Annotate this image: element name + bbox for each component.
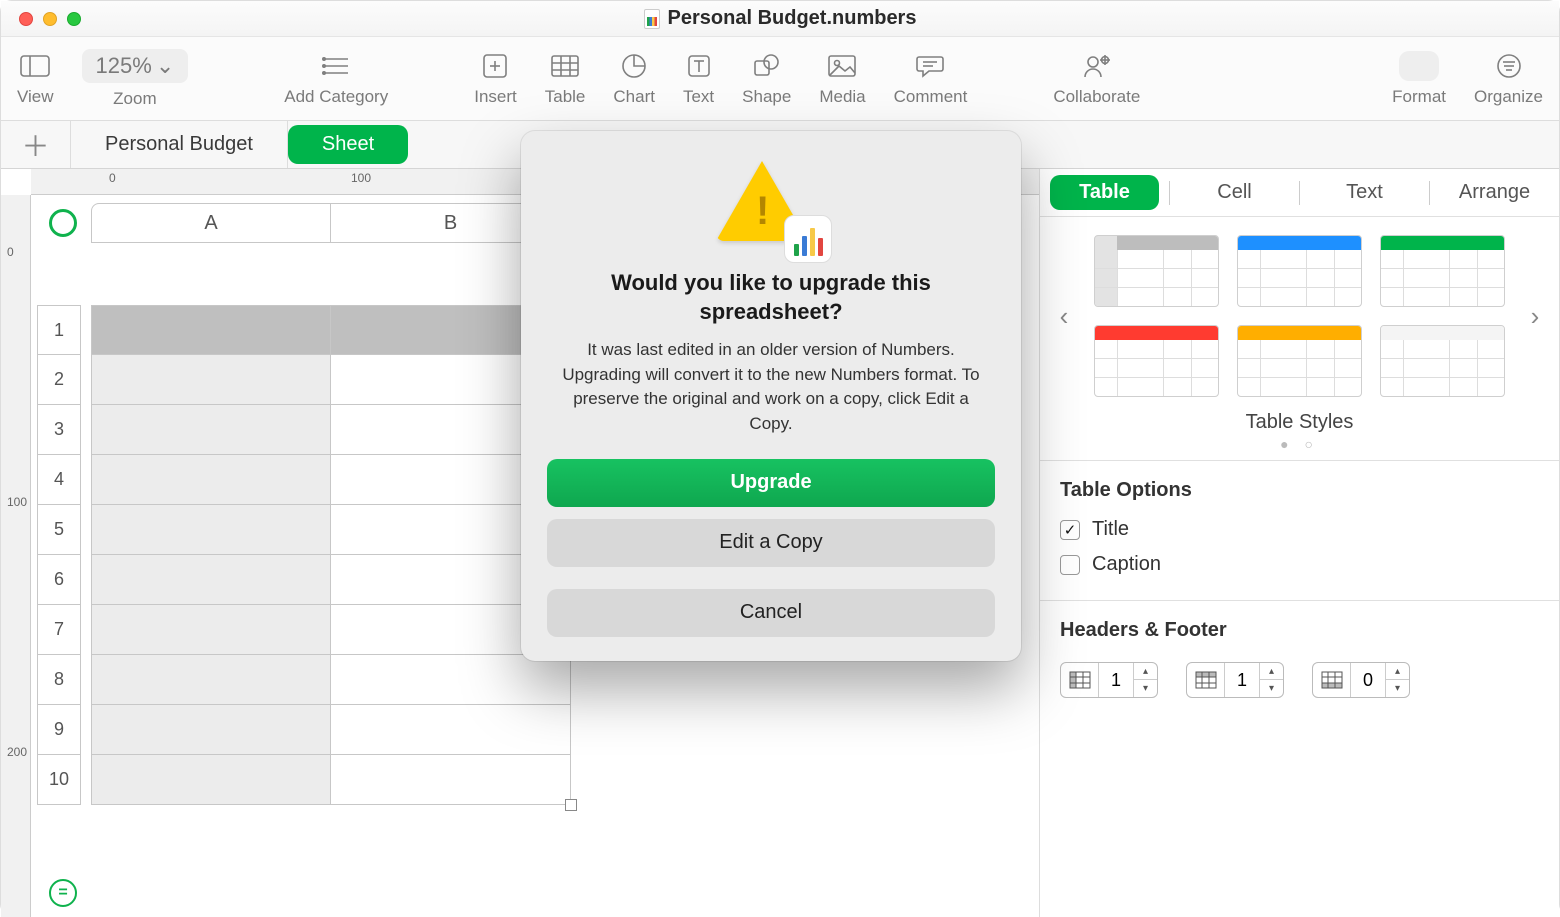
cancel-button[interactable]: Cancel	[547, 589, 995, 637]
upgrade-dialog: ! Would you like to upgrade this spreads…	[521, 131, 1021, 661]
numbers-app-icon	[784, 215, 832, 263]
warning-icon: !	[716, 161, 826, 257]
dialog-heading: Would you like to upgrade this spreadshe…	[557, 269, 985, 326]
dialog-body: It was last edited in an older version o…	[551, 338, 991, 437]
upgrade-button[interactable]: Upgrade	[547, 459, 995, 507]
edit-copy-button[interactable]: Edit a Copy	[547, 519, 995, 567]
